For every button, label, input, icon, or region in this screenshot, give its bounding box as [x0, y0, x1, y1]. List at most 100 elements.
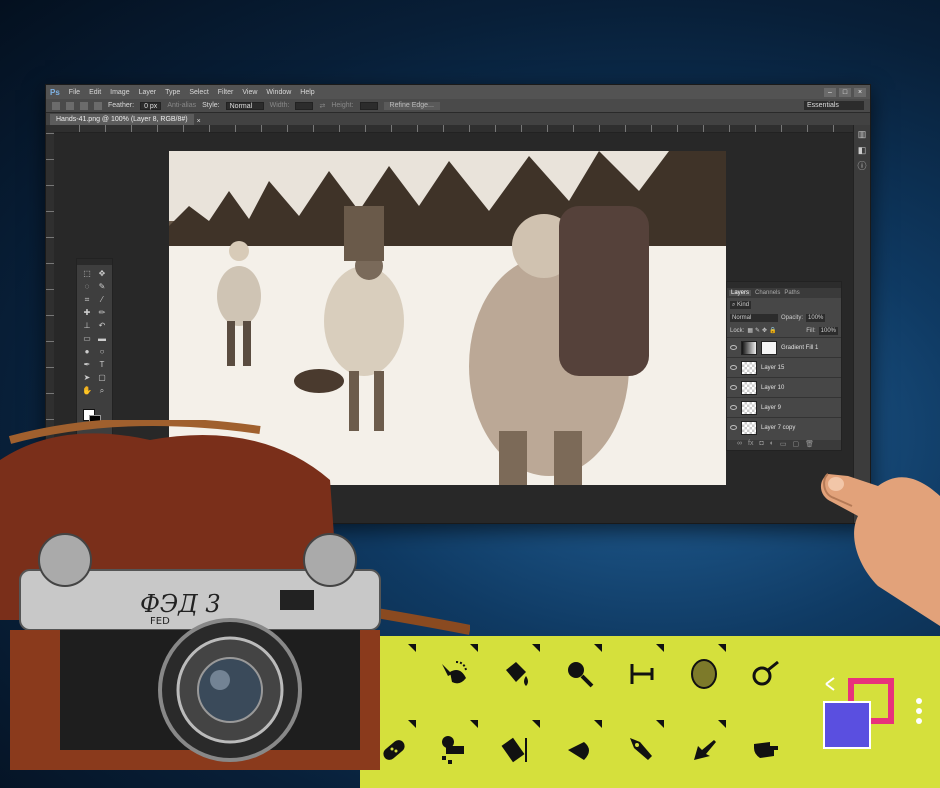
visibility-eye-icon[interactable]	[730, 385, 737, 390]
new-selection-icon[interactable]	[66, 101, 74, 110]
magnify-glass-icon[interactable]	[750, 658, 782, 690]
menu-filter[interactable]: Filter	[218, 89, 234, 96]
height-input[interactable]	[359, 101, 378, 110]
visibility-eye-icon[interactable]	[730, 425, 737, 430]
layer-thumbnail	[741, 420, 757, 435]
close-tab-icon[interactable]: ×	[197, 118, 201, 125]
type-tool-icon[interactable]: T	[97, 360, 107, 370]
eraser-icon[interactable]	[500, 734, 532, 766]
add-mask-icon[interactable]: ◘	[759, 440, 763, 450]
adjustment-icon[interactable]: ◐	[770, 440, 774, 450]
pen-tool-icon[interactable]: ✒	[82, 360, 92, 370]
stamp-tool-icon[interactable]: ⊥	[82, 321, 92, 331]
layer-row[interactable]: Layer 10	[727, 377, 841, 397]
crop-tool-icon[interactable]: ⌗	[82, 295, 92, 305]
measure-icon[interactable]	[626, 658, 658, 690]
path-select-icon[interactable]: ➤	[82, 373, 92, 383]
move-tool-icon[interactable]: ✥	[97, 269, 107, 279]
menu-window[interactable]: Window	[266, 89, 291, 96]
layer-name: Gradient Fill 1	[781, 344, 819, 351]
new-layer-icon[interactable]: ▢	[793, 440, 800, 450]
layer-row[interactable]: Layer 15	[727, 357, 841, 377]
blend-mode-select[interactable]: Normal	[730, 313, 778, 322]
menu-file[interactable]: File	[69, 89, 80, 96]
marquee-tool-icon[interactable]: ⬚	[82, 269, 92, 279]
layer-row[interactable]: Gradient Fill 1	[727, 337, 841, 357]
layer-row[interactable]: Layer 9	[727, 397, 841, 417]
zoom-tool-icon[interactable]: ⌕	[97, 386, 107, 396]
add-selection-icon[interactable]	[80, 101, 88, 110]
layer-row[interactable]: Layer 7 copy	[727, 417, 841, 437]
color-ellipse-icon[interactable]	[688, 658, 720, 690]
workspace-select[interactable]: Essentials	[804, 101, 864, 110]
menu-select[interactable]: Select	[189, 89, 208, 96]
healing-brush-icon[interactable]: ✚	[82, 308, 92, 318]
kind-filter-select[interactable]: ⌕ Kind	[730, 300, 752, 309]
trash-icon[interactable]: 🗑	[805, 440, 814, 450]
menu-image[interactable]: Image	[110, 89, 129, 96]
document-tab[interactable]: Hands-41.png @ 100% (Layer 8, RGB/8#)	[50, 114, 194, 125]
fill-label: Fill:	[806, 327, 816, 334]
style-select[interactable]: Normal	[225, 101, 264, 110]
hand-tool-icon[interactable]: ✋	[82, 386, 92, 396]
fill-bucket-icon[interactable]	[500, 658, 532, 690]
menu-help[interactable]: Help	[300, 89, 314, 96]
lasso-tool-icon[interactable]: ◌	[82, 282, 92, 292]
width-input[interactable]	[295, 101, 314, 110]
group-icon[interactable]: ▭	[780, 440, 787, 450]
panel-dock: ▥ ◧ ⓘ	[853, 125, 870, 523]
layer-thumbnail	[741, 380, 757, 395]
info-panel-icon[interactable]: ⓘ	[857, 161, 867, 171]
tab-layers[interactable]: Layers	[729, 290, 752, 296]
lock-icons[interactable]: ▦✎✥🔒	[747, 327, 778, 334]
more-options-icon[interactable]	[916, 698, 922, 724]
camera-brand-latin: FED	[150, 616, 170, 627]
gradient-tool-icon[interactable]: ▬	[97, 334, 107, 344]
corner-mark	[470, 644, 478, 652]
eyedropper-icon[interactable]: ⁄	[97, 295, 107, 305]
corner-mark	[656, 644, 664, 652]
eraser-tool-icon[interactable]: ▭	[82, 334, 92, 344]
smudge-icon[interactable]	[564, 734, 596, 766]
history-brush-icon[interactable]: ↶	[97, 321, 107, 331]
quick-select-icon[interactable]: ✎	[97, 282, 107, 292]
antialias-checkbox[interactable]: Anti-alias	[167, 102, 196, 109]
adjustments-panel-icon[interactable]: ◧	[857, 145, 867, 155]
hand-glove-icon[interactable]	[750, 734, 782, 766]
minimize-button[interactable]: –	[824, 87, 836, 97]
layers-panel: Layers Channels Paths ⌕ Kind Normal Opac…	[726, 281, 842, 451]
swap-icon[interactable]: ⇄	[319, 102, 325, 110]
refine-edge-button[interactable]: Refine Edge...	[383, 101, 440, 110]
tab-channels[interactable]: Channels	[755, 290, 780, 296]
visibility-eye-icon[interactable]	[730, 405, 737, 410]
menu-type[interactable]: Type	[165, 89, 180, 96]
fill-input[interactable]: 100%	[818, 326, 838, 335]
maximize-button[interactable]: □	[839, 87, 851, 97]
dodge-tool-icon[interactable]: ○	[97, 347, 107, 357]
brush-tool-icon[interactable]: ✏	[97, 308, 107, 318]
menu-layer[interactable]: Layer	[139, 89, 157, 96]
pen-nib-icon[interactable]	[626, 734, 658, 766]
opacity-input[interactable]: 100%	[806, 313, 826, 322]
marquee-preset-icon[interactable]	[52, 101, 60, 110]
visibility-eye-icon[interactable]	[730, 345, 737, 350]
feather-input[interactable]: 0 px	[140, 101, 162, 110]
fx-icon[interactable]: fx	[748, 440, 753, 450]
tab-paths[interactable]: Paths	[784, 290, 799, 296]
app-logo-icon	[823, 677, 894, 749]
close-button[interactable]: ×	[854, 87, 866, 97]
lock-label: Lock:	[730, 327, 745, 334]
blur-tool-icon[interactable]: ●	[82, 347, 92, 357]
style-label: Style:	[202, 102, 220, 109]
history-panel-icon[interactable]: ▥	[857, 129, 867, 139]
shape-tool-icon[interactable]: ▢	[97, 373, 107, 383]
window-controls: – □ ×	[824, 87, 866, 97]
visibility-eye-icon[interactable]	[730, 365, 737, 370]
arrow-pointer-icon[interactable]	[688, 734, 720, 766]
link-layers-icon[interactable]: ∞	[737, 440, 742, 450]
menu-view[interactable]: View	[242, 89, 257, 96]
zoom-icon[interactable]	[564, 658, 596, 690]
menu-edit[interactable]: Edit	[89, 89, 101, 96]
layer-thumbnail	[741, 400, 757, 415]
subtract-selection-icon[interactable]	[94, 101, 102, 110]
